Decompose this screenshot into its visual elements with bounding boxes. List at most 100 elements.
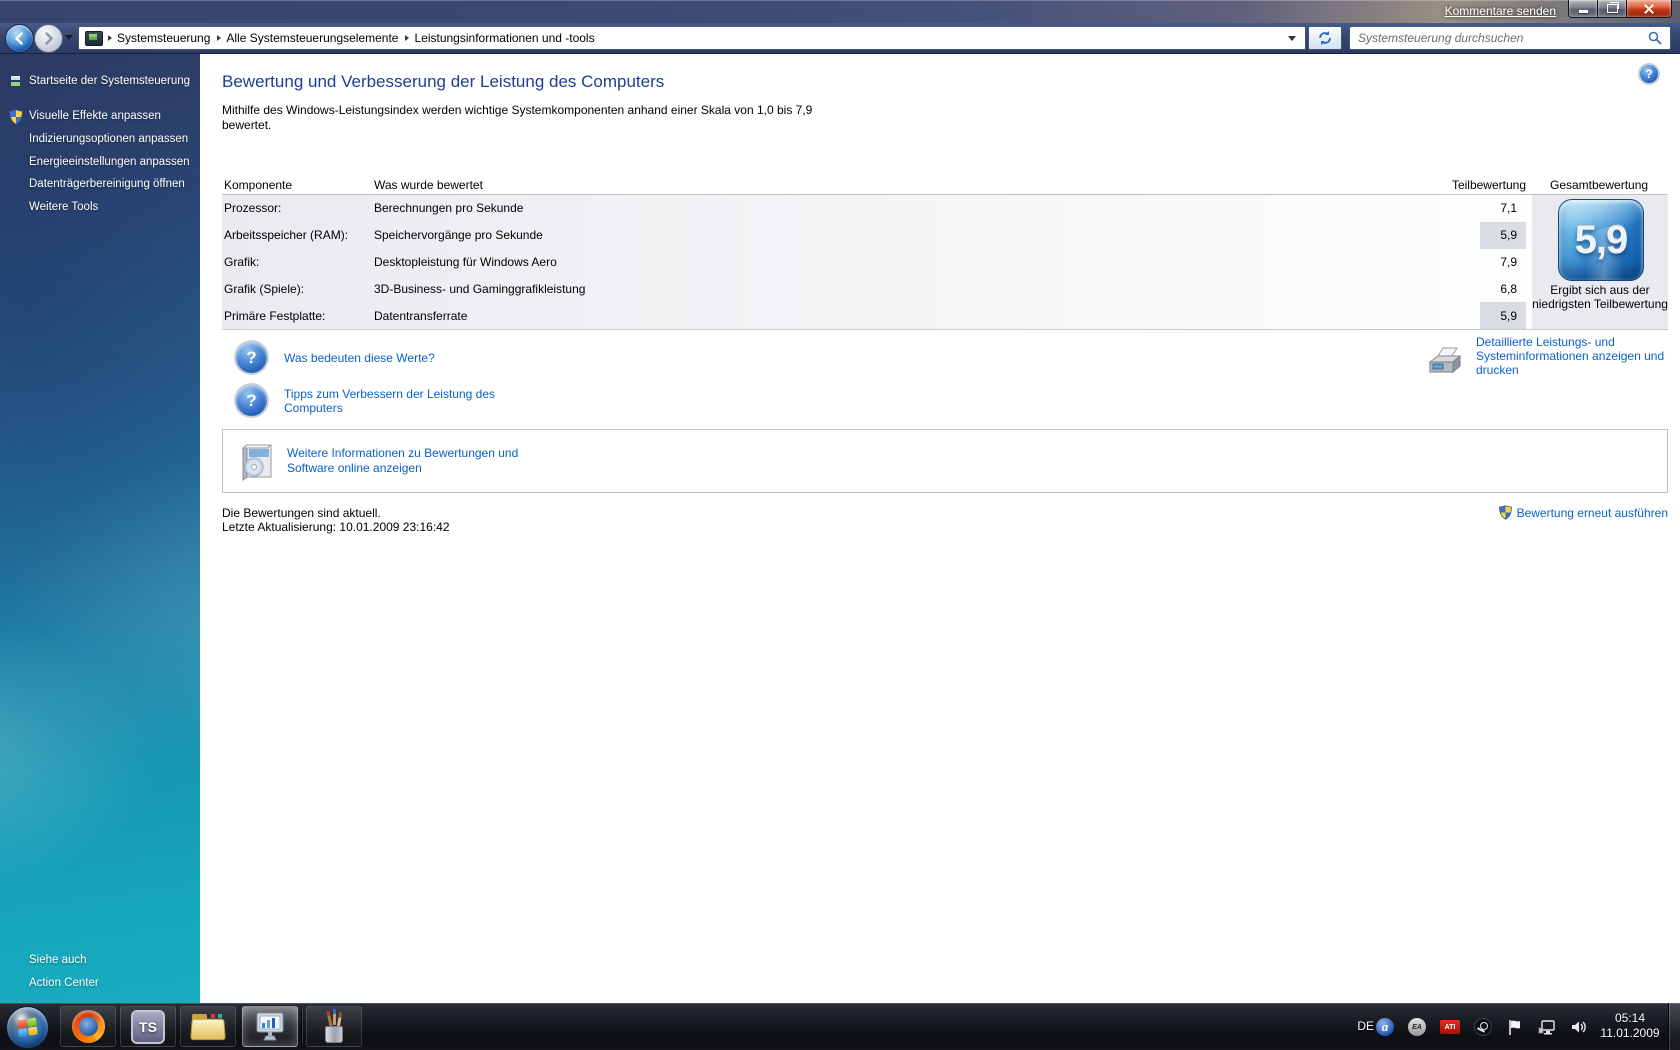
- last-update-text: Letzte Aktualisierung: 10.01.2009 23:16:…: [222, 520, 450, 534]
- search-input[interactable]: Systemsteuerung durchsuchen: [1349, 26, 1671, 50]
- send-feedback-link[interactable]: Kommentare senden: [1445, 4, 1556, 18]
- address-bar[interactable]: Systemsteuerung Alle Systemsteuerungsele…: [78, 26, 1306, 50]
- component-label: Grafik:: [224, 254, 260, 269]
- breadcrumb-systemsteuerung[interactable]: Systemsteuerung: [112, 31, 217, 45]
- taskbar-paint-tool-button[interactable]: [306, 1006, 362, 1047]
- back-arrow-icon: [15, 32, 23, 45]
- screen: Kommentare senden Systemsteuerung Alle S…: [0, 0, 1680, 1050]
- rated-label: Datentransferrate: [374, 308, 468, 323]
- network-tray-icon[interactable]: [1538, 1018, 1556, 1036]
- subscore-value: 7,9: [1500, 254, 1517, 269]
- help-icon[interactable]: [1640, 65, 1658, 83]
- ati-tray-icon[interactable]: ATI: [1440, 1020, 1460, 1034]
- component-label: Arbeitsspeicher (RAM):: [224, 228, 349, 243]
- header-teilbewertung: Teilbewertung: [1451, 178, 1526, 192]
- rated-label: Berechnungen pro Sekunde: [374, 201, 524, 216]
- minimize-button[interactable]: [1568, 0, 1598, 18]
- firefox-icon: [71, 1010, 105, 1043]
- base-score-value: 5,9: [1574, 217, 1629, 262]
- component-label: Primäre Festplatte:: [224, 308, 326, 323]
- software-box-icon: [237, 439, 279, 486]
- taskbar: TS DE a EA ATI 05:14 11.01.2009: [0, 1003, 1680, 1050]
- page-title: Bewertung und Verbesserung der Leistung …: [222, 72, 665, 91]
- component-label: Grafik (Spiele):: [224, 281, 305, 296]
- ea-tray-icon[interactable]: EA: [1408, 1018, 1426, 1036]
- base-score-caption: Ergibt sich aus der niedrigsten Teilbewe…: [1532, 283, 1668, 311]
- rerun-assessment: Bewertung erneut ausführen: [1498, 505, 1668, 520]
- printer-icon: [1426, 346, 1466, 381]
- forward-button[interactable]: [34, 24, 63, 53]
- show-desktop-button[interactable]: [1668, 1003, 1680, 1050]
- performance-tips-link[interactable]: Tipps zum Verbessern der Leistung des Co…: [284, 387, 524, 415]
- forward-arrow-icon: [45, 32, 53, 45]
- rated-label: 3D-Business- und Gaminggrafikleistung: [374, 281, 586, 296]
- taskbar-firefox-button[interactable]: [60, 1006, 116, 1047]
- clock-time: 05:14: [1614, 1011, 1646, 1025]
- address-dropdown-icon[interactable]: [1288, 35, 1296, 41]
- wei-score-table: Prozessor: Berechnungen pro Sekunde Arbe…: [222, 194, 1668, 330]
- back-button[interactable]: [5, 24, 34, 53]
- header-komponente: Komponente: [224, 178, 293, 192]
- navigation-toolbar: Systemsteuerung Alle Systemsteuerungsele…: [0, 23, 1680, 54]
- main-content: Bewertung und Verbesserung der Leistung …: [200, 54, 1680, 1003]
- sidebar-item-weitere-tools[interactable]: Weitere Tools: [29, 201, 98, 213]
- help-question-icon: [236, 385, 267, 416]
- avira-tray-icon[interactable]: a: [1376, 1018, 1394, 1036]
- taskbar-clock[interactable]: 05:14 11.01.2009: [1596, 1011, 1664, 1041]
- rerun-assessment-link[interactable]: Bewertung erneut ausführen: [1517, 506, 1668, 520]
- subscore-value-lowest: 5,9: [1480, 302, 1526, 329]
- windows-logo-icon: [17, 1017, 38, 1038]
- table-row: Grafik: Desktopleistung für Windows Aero: [222, 249, 1480, 276]
- sidebar-item-indizierungsoptionen[interactable]: Indizierungsoptionen anpassen: [29, 133, 188, 145]
- performance-monitor-icon: [256, 1012, 284, 1040]
- uac-shield-icon: [9, 109, 23, 125]
- online-info-box: Weitere Informationen zu Bewertungen und…: [222, 429, 1668, 493]
- sidebar-item-visuelle-effekte[interactable]: Visuelle Effekte anpassen: [29, 110, 161, 122]
- start-button[interactable]: [6, 1006, 49, 1049]
- clock-date: 11.01.2009: [1600, 1026, 1660, 1040]
- restore-icon: [1606, 2, 1619, 13]
- intro-text: Mithilfe des Windows-Leistungsindex werd…: [222, 103, 813, 132]
- online-info-link[interactable]: Weitere Informationen zu Bewertungen und…: [287, 446, 547, 476]
- base-score-column: 5,9 Ergibt sich aus der niedrigsten Teil…: [1532, 195, 1668, 329]
- ratings-status-text: Die Bewertungen sind aktuell.: [222, 506, 381, 520]
- help-question-icon: [236, 342, 267, 373]
- taskbar-divider: [301, 1009, 302, 1043]
- sidebar-item-datentraegerbereinigung[interactable]: Datenträgerbereinigung öffnen: [29, 178, 185, 190]
- close-icon: [1644, 4, 1654, 14]
- header-gesamtbewertung: Gesamtbewertung: [1550, 178, 1649, 192]
- sidebar-item-energieeinstellungen[interactable]: Energieeinstellungen anpassen: [29, 156, 189, 168]
- table-row: Grafik (Spiele): 3D-Business- und Gaming…: [222, 275, 1480, 302]
- language-indicator[interactable]: DE: [1357, 1019, 1374, 1033]
- taskbar-performance-tools-button-active[interactable]: [242, 1006, 298, 1047]
- refresh-button[interactable]: [1308, 26, 1342, 50]
- breadcrumb-leistungsinformationen[interactable]: Leistungsinformationen und -tools: [409, 31, 601, 45]
- window-controls: [1568, 0, 1672, 18]
- system-tray: a EA ATI: [1376, 1018, 1588, 1036]
- volume-tray-icon[interactable]: [1570, 1018, 1588, 1036]
- action-center-flag-icon[interactable]: [1506, 1018, 1524, 1036]
- folder-icon: [190, 1013, 226, 1040]
- breadcrumb-alle-elemente[interactable]: Alle Systemsteuerungselemente: [221, 31, 405, 45]
- see-also-header: Siehe auch: [29, 954, 87, 966]
- uac-shield-icon: [1498, 505, 1512, 520]
- minimize-icon: [1578, 10, 1588, 13]
- close-button[interactable]: [1626, 0, 1672, 18]
- what-values-mean-link[interactable]: Was bedeuten diese Werte?: [284, 351, 435, 365]
- subscore-value: 6,8: [1500, 281, 1517, 296]
- base-score-badge: 5,9: [1558, 199, 1644, 281]
- restore-button[interactable]: [1598, 0, 1626, 18]
- taskbar-explorer-button[interactable]: [180, 1006, 236, 1047]
- sidebar-item-startseite[interactable]: Startseite der Systemsteuerung: [29, 75, 190, 87]
- sidebar-item-action-center[interactable]: Action Center: [29, 977, 99, 989]
- steam-tray-icon[interactable]: [1474, 1018, 1492, 1036]
- table-header-row: Komponente Was wurde bewertet Teilbewert…: [222, 178, 1668, 194]
- control-panel-icon: [85, 30, 103, 46]
- recent-pages-dropdown[interactable]: [65, 35, 73, 40]
- detailed-info-link[interactable]: Detaillierte Leistungs- und Systeminform…: [1476, 335, 1680, 377]
- refresh-icon: [1319, 31, 1331, 45]
- rated-label: Desktopleistung für Windows Aero: [374, 254, 557, 269]
- table-row: Primäre Festplatte: Datentransferrate: [222, 302, 1480, 329]
- search-icon: [1648, 31, 1662, 45]
- taskbar-teamspeak-button[interactable]: TS: [120, 1006, 176, 1047]
